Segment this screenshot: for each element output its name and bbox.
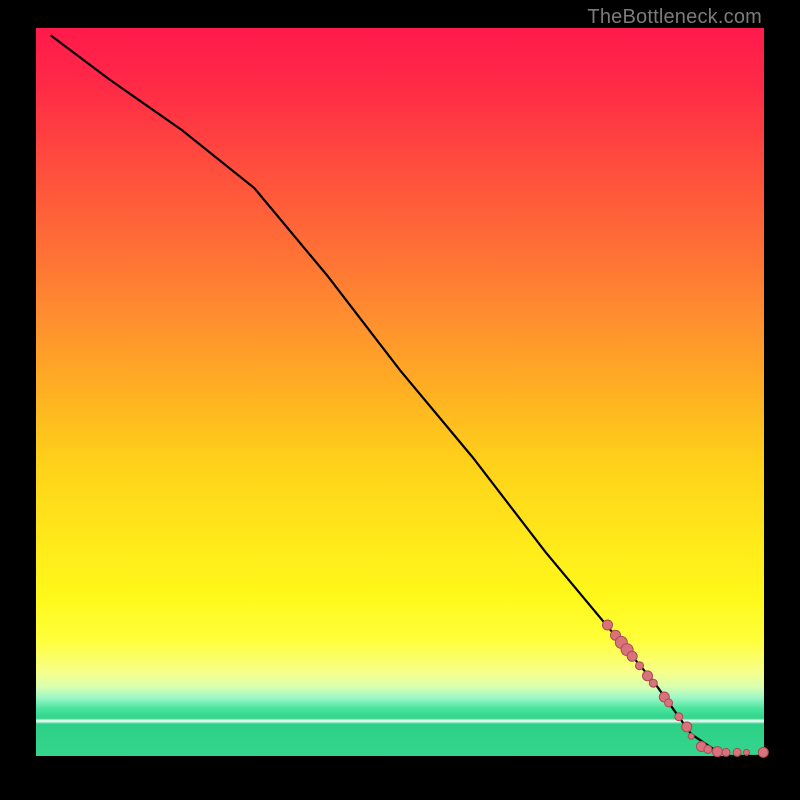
scatter-point (733, 748, 741, 756)
scatter-point (758, 747, 768, 757)
scatter-point (704, 745, 712, 753)
scatter-point (636, 662, 644, 670)
scatter-point (603, 620, 613, 630)
scatter-point (627, 651, 637, 661)
scatter-point (712, 747, 722, 757)
plot-area (36, 28, 764, 756)
scatter-group (603, 620, 769, 757)
chart-frame: TheBottleneck.com (0, 0, 800, 800)
scatter-point (665, 699, 673, 707)
scatter-point (688, 733, 694, 739)
bottleneck-curve (51, 35, 764, 756)
scatter-point (682, 722, 692, 732)
scatter-point (649, 679, 657, 687)
watermark-text: TheBottleneck.com (587, 6, 762, 29)
chart-overlay (36, 28, 764, 756)
scatter-point (675, 713, 683, 721)
scatter-point (722, 748, 730, 756)
scatter-point (744, 749, 750, 755)
